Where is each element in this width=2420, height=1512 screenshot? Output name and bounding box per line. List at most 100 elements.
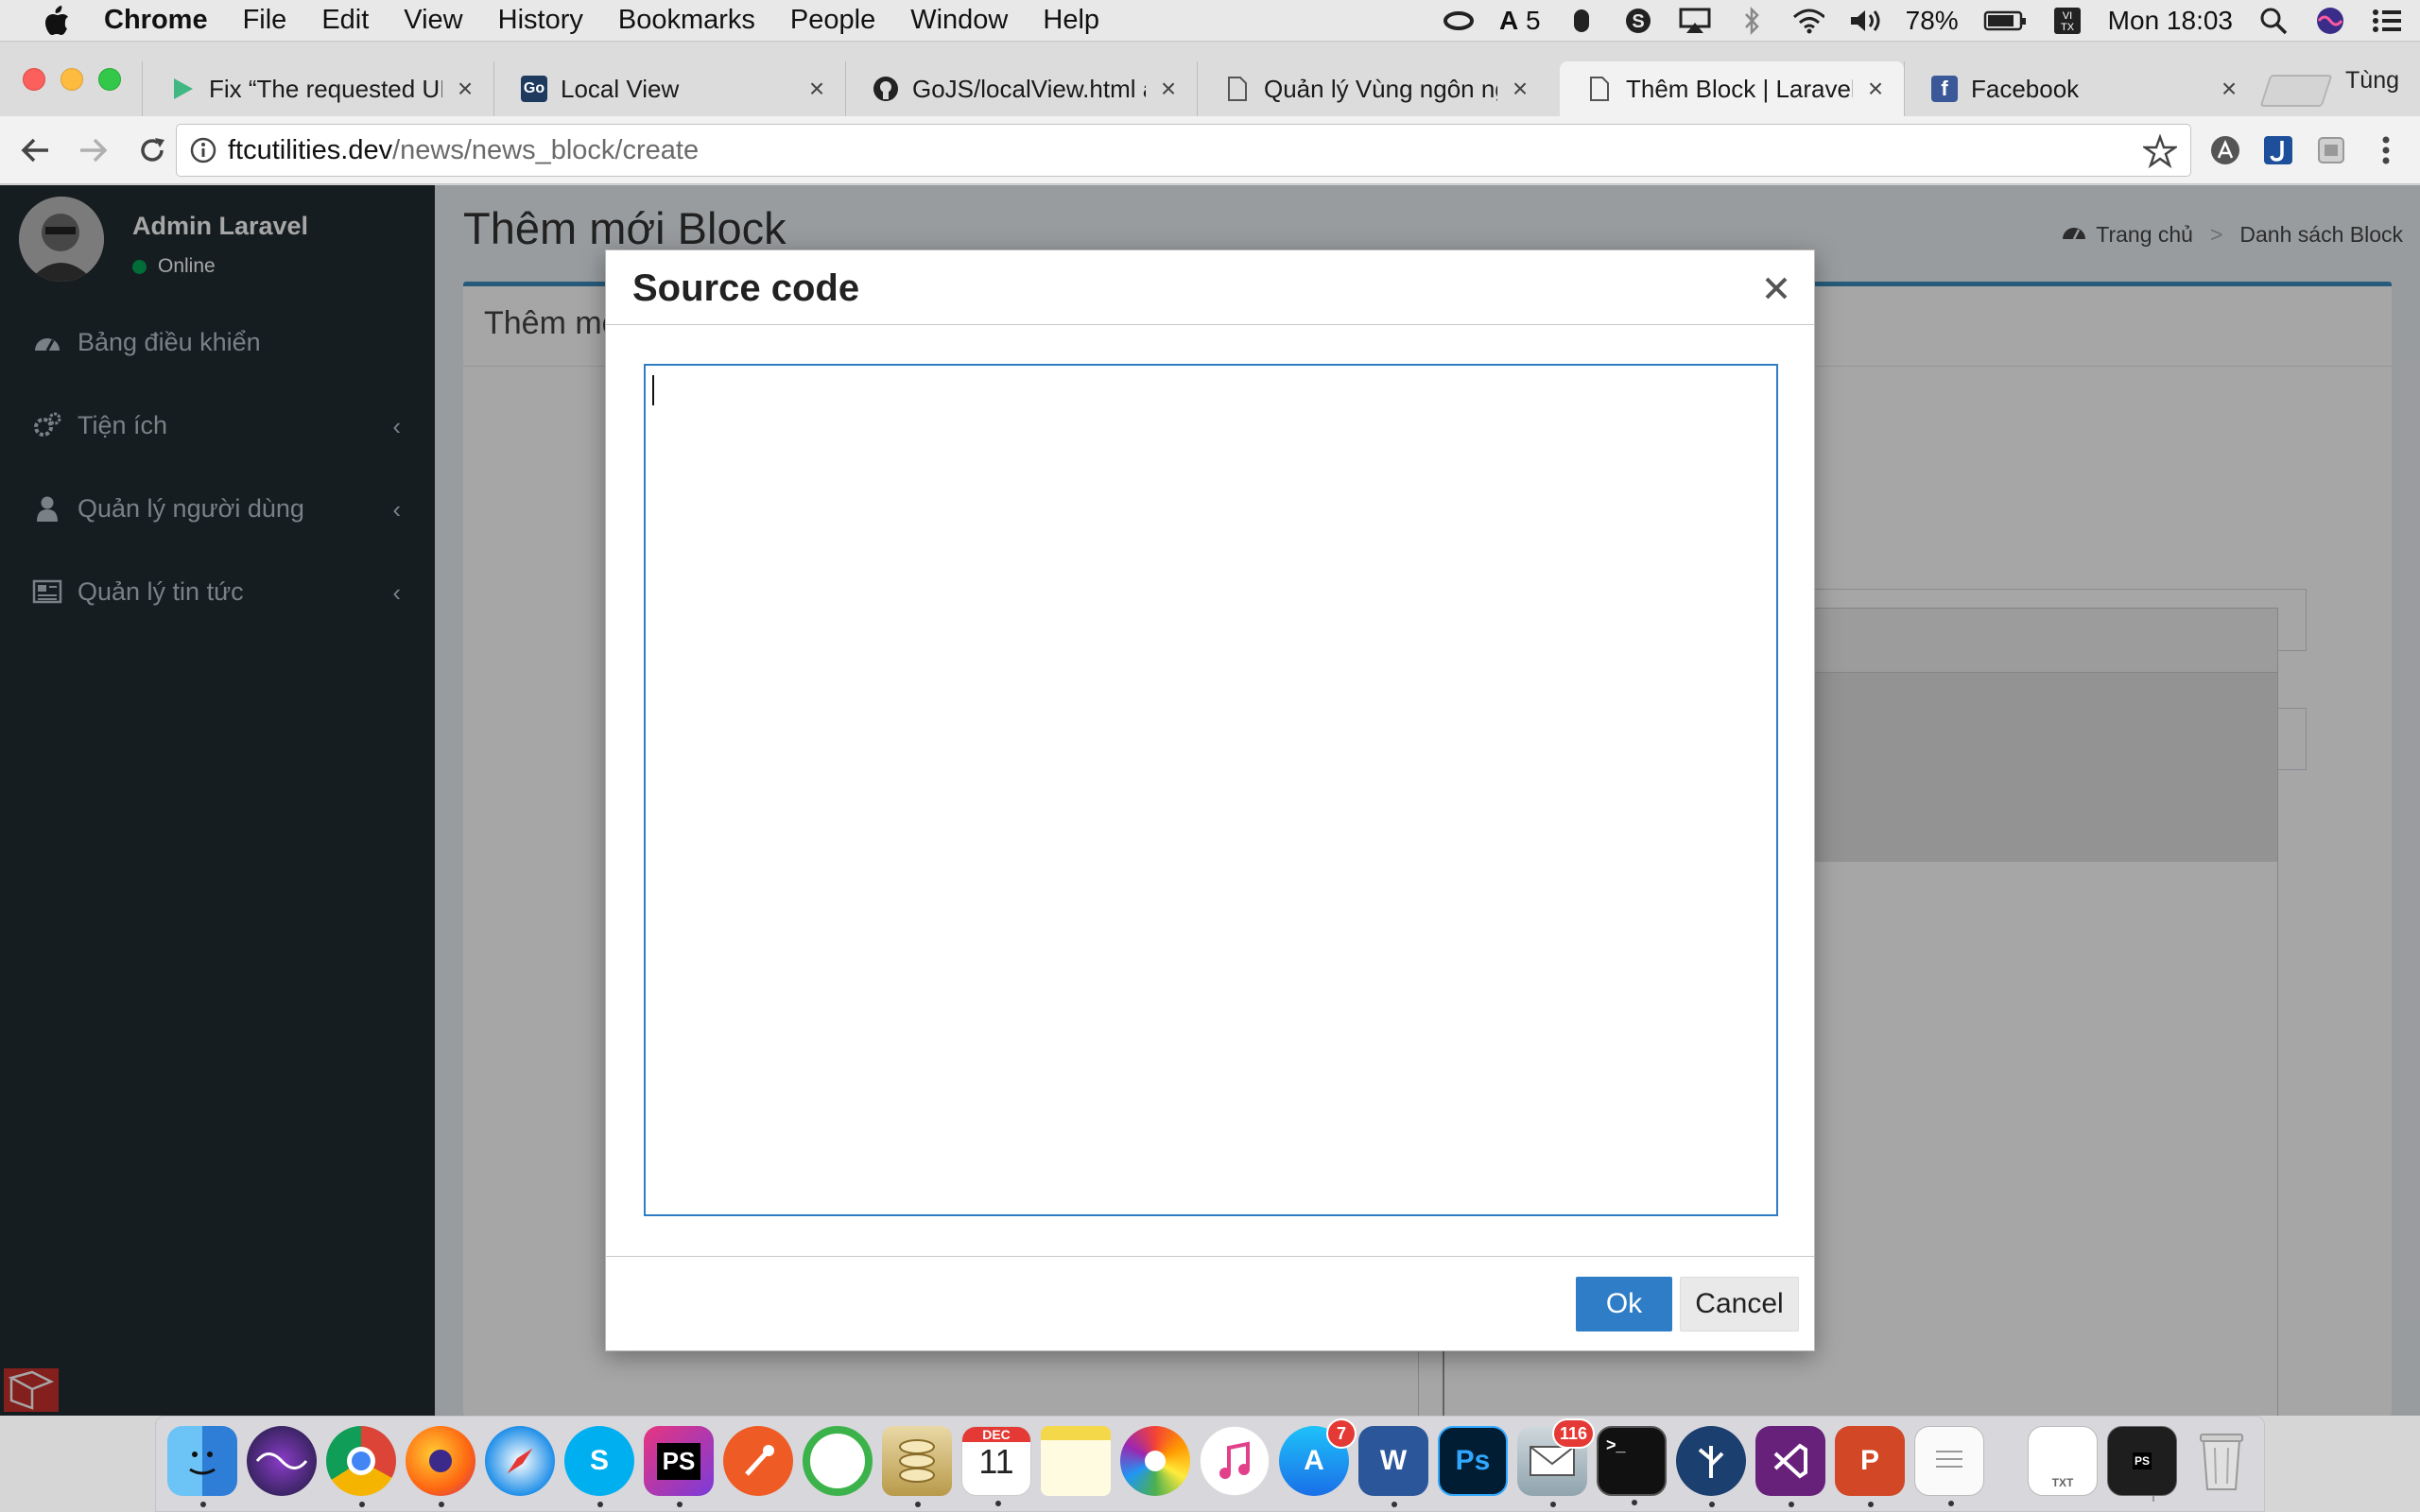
extension-gray-icon[interactable]	[2314, 133, 2348, 167]
tab-title: GoJS/localView.html at	[912, 74, 1146, 103]
photos-icon[interactable]	[1120, 1426, 1190, 1496]
siri-app-icon[interactable]	[247, 1426, 317, 1496]
forward-arrow-icon[interactable]	[70, 127, 117, 174]
new-tab-button[interactable]	[2259, 75, 2333, 107]
tab-fix-url[interactable]: Fix “The requested URL ×	[142, 61, 493, 116]
dialog-header-divider	[606, 324, 1814, 325]
chrome-menu-icon[interactable]	[2369, 133, 2403, 167]
bluetooth-icon[interactable]	[1736, 7, 1768, 35]
photoshop-icon[interactable]: Ps	[1438, 1426, 1508, 1496]
itunes-icon[interactable]	[1200, 1426, 1270, 1496]
terminal-icon[interactable]: >_	[1597, 1426, 1667, 1505]
ok-button[interactable]: Ok	[1576, 1277, 1672, 1332]
mail-icon[interactable]: 116	[1517, 1418, 1595, 1507]
site-info-icon[interactable]	[190, 137, 216, 163]
battery-icon[interactable]	[1983, 7, 2027, 35]
cancel-button[interactable]: Cancel	[1680, 1277, 1799, 1332]
extension-a-icon[interactable]	[2208, 133, 2242, 167]
profile-name[interactable]: Tùng	[2345, 67, 2399, 94]
menu-help[interactable]: Help	[1043, 5, 1099, 36]
mail-badge: 116	[1551, 1418, 1595, 1449]
window-zoom-button[interactable]	[98, 68, 121, 91]
app-store-icon[interactable]: A7	[1279, 1418, 1357, 1496]
reload-icon[interactable]	[129, 127, 176, 174]
window-close-button[interactable]	[23, 68, 45, 91]
creative-cloud-icon[interactable]	[1443, 7, 1475, 35]
tab-close-icon[interactable]: ×	[1157, 74, 1180, 104]
menu-edit[interactable]: Edit	[321, 5, 369, 36]
window-minimize-button[interactable]	[60, 68, 83, 91]
github-icon	[873, 76, 899, 102]
tab-close-icon[interactable]: ×	[2218, 74, 2240, 104]
text-caret	[652, 375, 654, 405]
tab-title: Thêm Block | Laravel	[1626, 74, 1853, 103]
sequel-pro-icon[interactable]	[882, 1426, 952, 1507]
svg-text:S: S	[1632, 11, 1644, 32]
safari-icon[interactable]	[485, 1426, 555, 1496]
word-icon[interactable]: W	[1358, 1426, 1428, 1507]
textedit-icon[interactable]	[1914, 1426, 1984, 1506]
menubar-clock[interactable]: Mon 18:03	[2108, 6, 2233, 36]
volume-icon[interactable]	[1849, 7, 1881, 35]
battery-percent: 78%	[1905, 6, 1959, 35]
sourcetree-icon[interactable]	[1676, 1426, 1746, 1507]
spotlight-search-icon[interactable]	[2257, 7, 2290, 35]
gojs-icon: Go	[521, 76, 547, 102]
menu-window[interactable]: Window	[910, 5, 1008, 36]
tab-facebook[interactable]: f Facebook ×	[1904, 61, 2257, 116]
notes-icon[interactable]	[1041, 1426, 1111, 1496]
app-store-badge: 7	[1326, 1418, 1357, 1449]
menu-view[interactable]: View	[404, 5, 462, 36]
menu-history[interactable]: History	[498, 5, 583, 36]
skype-app-icon[interactable]: S	[564, 1426, 634, 1507]
tab-language-zone[interactable]: Quản lý Vùng ngôn ngữ ×	[1197, 61, 1548, 116]
tab-close-icon[interactable]: ×	[1864, 74, 1887, 104]
tab-close-icon[interactable]: ×	[805, 74, 828, 104]
mouse-icon[interactable]	[1565, 7, 1598, 35]
calendar-month: DEC	[962, 1427, 1030, 1442]
trash-icon[interactable]	[2187, 1426, 2256, 1496]
svg-text:VI: VI	[2062, 10, 2071, 22]
apple-menu-icon[interactable]	[38, 5, 76, 37]
menu-app-name[interactable]: Chrome	[104, 5, 208, 36]
finder-icon[interactable]	[167, 1426, 237, 1507]
tab-close-icon[interactable]: ×	[454, 74, 476, 104]
close-icon[interactable]	[1755, 267, 1797, 309]
phpstorm-window-icon[interactable]: PS	[2107, 1426, 2177, 1496]
wifi-icon[interactable]	[1792, 7, 1824, 35]
input-method-icon[interactable]: VI TX	[2051, 7, 2083, 35]
menu-bookmarks[interactable]: Bookmarks	[618, 5, 755, 36]
tab-close-icon[interactable]: ×	[1509, 74, 1531, 104]
menu-people[interactable]: People	[790, 5, 875, 36]
powerpoint-icon[interactable]: P	[1835, 1426, 1905, 1507]
extension-j-icon[interactable]	[2261, 133, 2295, 167]
tab-title: Facebook	[1971, 74, 2080, 103]
dialog-title: Source code	[632, 267, 860, 309]
chrome-app-icon[interactable]	[326, 1426, 396, 1507]
chrome-toolbar: ftcutilities.dev/news/news_block/create	[0, 116, 2420, 184]
skype-status-icon[interactable]: S	[1622, 7, 1654, 35]
tab-them-block[interactable]: Thêm Block | Laravel ×	[1560, 61, 1904, 116]
status-area: A 5 S 78% VI TX Mon 18:03	[1443, 0, 2403, 42]
notification-center-icon[interactable]	[2371, 7, 2403, 35]
firefox-icon[interactable]	[406, 1426, 475, 1507]
back-arrow-icon[interactable]	[11, 127, 59, 174]
play-icon	[169, 76, 196, 102]
tab-local-view[interactable]: Go Local View ×	[493, 61, 845, 116]
tab-github-gojs[interactable]: GoJS/localView.html at ×	[845, 61, 1197, 116]
address-bar[interactable]: ftcutilities.dev/news/news_block/create	[176, 124, 2191, 177]
adobe-notification-icon[interactable]: A 5	[1499, 6, 1541, 35]
sync-app-icon[interactable]	[803, 1426, 873, 1496]
notification-count: 5	[1526, 6, 1541, 35]
postman-icon[interactable]	[723, 1426, 793, 1496]
source-code-textarea[interactable]	[644, 364, 1778, 1216]
phpstorm-icon[interactable]: PS	[644, 1426, 714, 1507]
document-icon	[1224, 76, 1251, 102]
visual-studio-icon[interactable]	[1755, 1426, 1825, 1507]
menu-file[interactable]: File	[243, 5, 287, 36]
calendar-icon[interactable]: DEC 11	[961, 1426, 1031, 1506]
siri-icon[interactable]	[2314, 7, 2346, 35]
airplay-icon[interactable]	[1679, 7, 1711, 35]
txt-document-icon[interactable]: TXT	[2028, 1426, 2098, 1496]
bookmark-star-icon[interactable]	[2141, 133, 2179, 169]
